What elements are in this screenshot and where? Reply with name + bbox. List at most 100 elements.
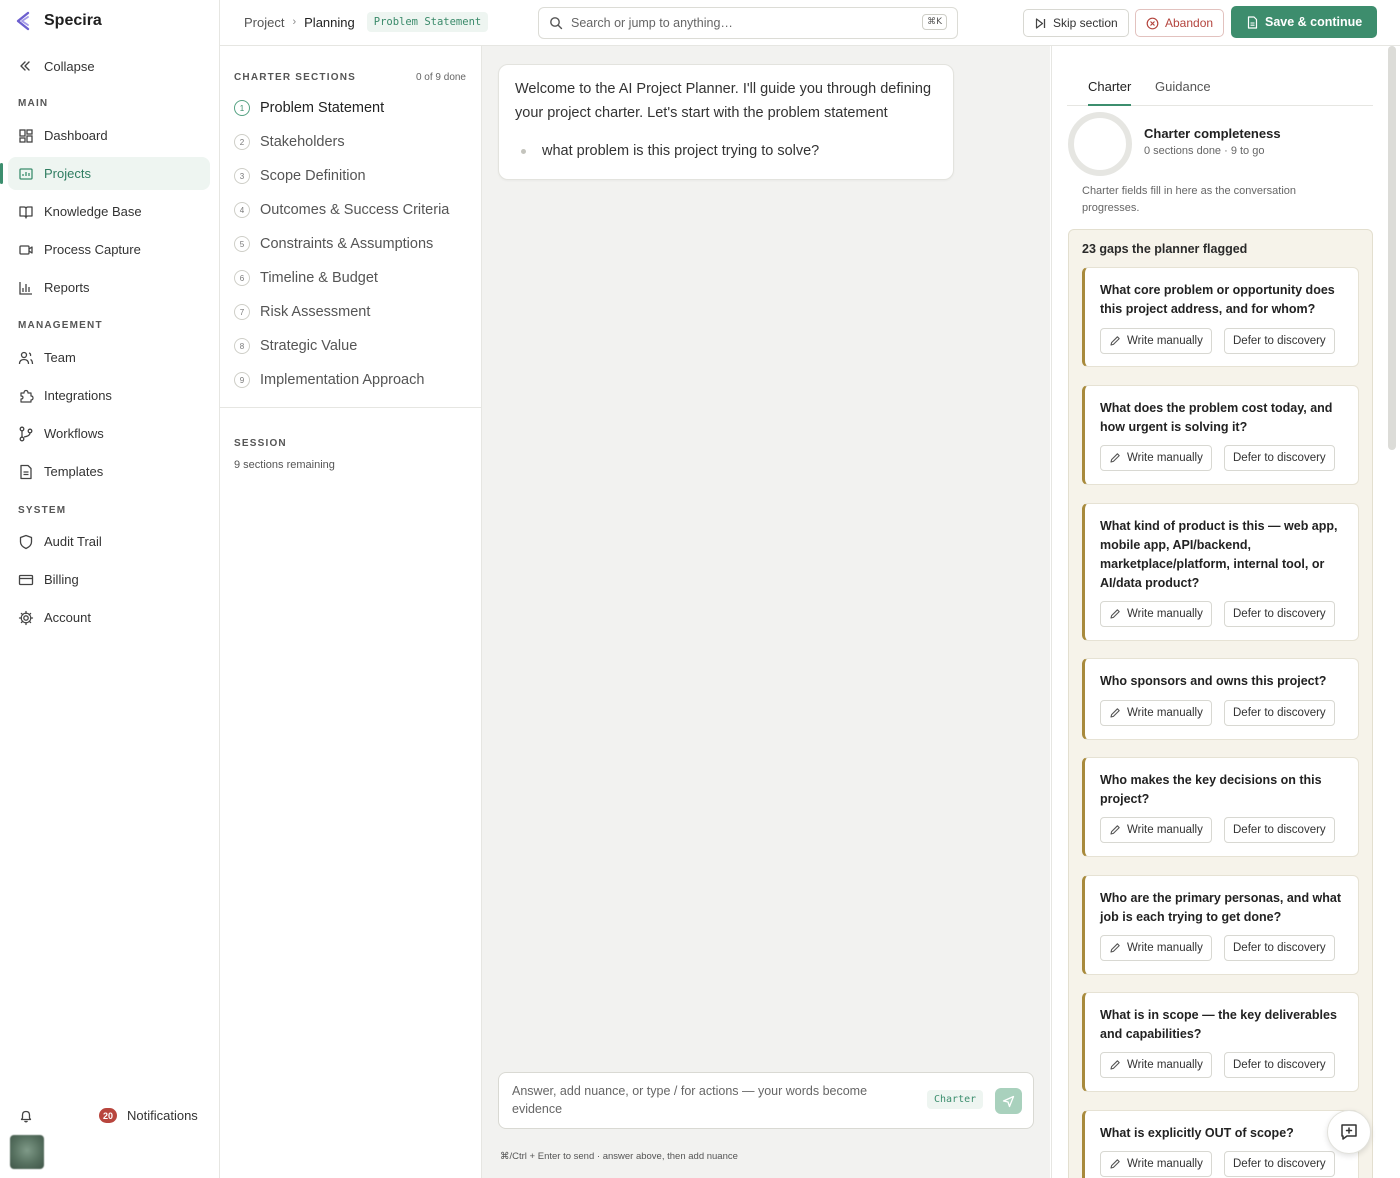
sidebar-item-audit-trail[interactable]: Audit Trail — [8, 525, 210, 558]
defer-label: Defer to discovery — [1233, 1059, 1326, 1071]
section-item-risk-assessment[interactable]: 7 Risk Assessment — [234, 302, 370, 322]
users-icon — [18, 350, 34, 366]
brand[interactable]: Specira — [14, 10, 102, 32]
gap-card: What kind of product is this — web app, … — [1082, 503, 1359, 641]
gap-card: Who sponsors and owns this project? Writ… — [1082, 658, 1359, 740]
sidebar-item-label: Projects — [44, 166, 91, 181]
save-continue-button[interactable]: Save & continue — [1231, 6, 1378, 38]
gap-question: Who sponsors and owns this project? — [1100, 674, 1327, 688]
session-heading: SESSION — [234, 438, 287, 449]
search-icon — [549, 16, 563, 30]
section-item-implementation[interactable]: 9 Implementation Approach — [234, 370, 424, 390]
defer-to-discovery-button[interactable]: Defer to discovery — [1224, 445, 1335, 471]
sidebar-item-billing[interactable]: Billing — [8, 563, 210, 596]
section-number: 3 — [234, 168, 250, 184]
gap-card: Who are the primary personas, and what j… — [1082, 875, 1359, 975]
sidebar-item-templates[interactable]: Templates — [8, 455, 210, 488]
section-number: 2 — [234, 134, 250, 150]
sidebar-item-workflows[interactable]: Workflows — [8, 417, 210, 450]
section-item-scope-definition[interactable]: 3 Scope Definition — [234, 166, 366, 186]
section-item-outcomes[interactable]: 4 Outcomes & Success Criteria — [234, 200, 449, 220]
write-manually-button[interactable]: Write manually — [1100, 935, 1212, 961]
notifications-label: Notifications — [127, 1108, 198, 1123]
section-label: Constraints & Assumptions — [260, 236, 434, 252]
gap-card: Who makes the key decisions on this proj… — [1082, 757, 1359, 857]
abandon-label: Abandon — [1165, 16, 1214, 30]
write-manually-button[interactable]: Write manually — [1100, 817, 1212, 843]
write-manually-button[interactable]: Write manually — [1100, 1151, 1212, 1177]
section-item-timeline-budget[interactable]: 6 Timeline & Budget — [234, 268, 378, 288]
sidebar-item-knowledge-base[interactable]: Knowledge Base — [8, 195, 210, 228]
breadcrumb-planning[interactable]: Planning — [304, 15, 355, 30]
collapse-button[interactable]: Collapse — [18, 56, 95, 76]
charter-progress-count: 0 of 9 done — [415, 72, 466, 83]
write-manually-button[interactable]: Write manually — [1100, 601, 1212, 627]
section-label: Scope Definition — [260, 168, 366, 184]
welcome-text: Welcome to the AI Project Planner. I'll … — [515, 81, 932, 121]
feedback-button[interactable] — [1327, 1110, 1371, 1154]
defer-to-discovery-button[interactable]: Defer to discovery — [1224, 328, 1335, 354]
composer-placeholder: Answer, add nuance, or type / for action… — [512, 1084, 868, 1116]
document-icon — [1246, 15, 1259, 29]
section-item-stakeholders[interactable]: 2 Stakeholders — [234, 132, 345, 152]
message-composer[interactable]: Answer, add nuance, or type / for action… — [498, 1072, 1034, 1129]
divider — [220, 407, 481, 408]
sidebar-item-projects[interactable]: Projects — [0, 157, 210, 190]
tab-guidance[interactable]: Guidance — [1155, 79, 1211, 106]
gaps-panel: 23 gaps the planner flagged What core pr… — [1068, 229, 1373, 1178]
gap-question: What does the problem cost today, and ho… — [1100, 401, 1333, 434]
sidebar-item-integrations[interactable]: Integrations — [8, 379, 210, 412]
charter-panel: Charter Guidance Charter completeness 0 … — [1051, 46, 1400, 1178]
panel-scrollbar[interactable] — [1388, 46, 1396, 450]
section-item-problem-statement[interactable]: 1 Problem Statement — [234, 98, 384, 118]
breadcrumb: Project › Planning Problem Statement — [244, 12, 489, 32]
section-item-constraints[interactable]: 5 Constraints & Assumptions — [234, 234, 433, 254]
write-manually-label: Write manually — [1127, 608, 1203, 620]
defer-to-discovery-button[interactable]: Defer to discovery — [1224, 700, 1335, 726]
defer-to-discovery-button[interactable]: Defer to discovery — [1224, 601, 1335, 627]
section-item-strategic-value[interactable]: 8 Strategic Value — [234, 336, 357, 356]
write-manually-label: Write manually — [1127, 824, 1203, 836]
pencil-icon — [1109, 452, 1121, 464]
write-manually-button[interactable]: Write manually — [1100, 1052, 1212, 1078]
notifications-button[interactable]: 20 Notifications — [18, 1106, 204, 1126]
defer-to-discovery-button[interactable]: Defer to discovery — [1224, 1052, 1335, 1078]
bar-chart-icon — [18, 280, 34, 296]
breadcrumb-project[interactable]: Project — [244, 15, 284, 30]
top-bar: Project › Planning Problem Statement Sea… — [220, 0, 1400, 46]
completeness-title: Charter completeness — [1144, 126, 1281, 141]
sidebar-item-account[interactable]: Account — [8, 601, 210, 634]
defer-to-discovery-button[interactable]: Defer to discovery — [1224, 935, 1335, 961]
sidebar-item-label: Workflows — [44, 426, 104, 441]
sidebar-item-process-capture[interactable]: Process Capture — [8, 233, 210, 266]
chevrons-left-icon — [18, 59, 32, 73]
sidebar-item-reports[interactable]: Reports — [8, 271, 210, 304]
send-button[interactable] — [995, 1088, 1022, 1114]
completeness-ring — [1068, 112, 1132, 176]
charter-sections-panel: CHARTER SECTIONS 0 of 9 done 1 Problem S… — [220, 46, 482, 1178]
write-manually-button[interactable]: Write manually — [1100, 445, 1212, 471]
pencil-icon — [1109, 824, 1121, 836]
gap-card: What does the problem cost today, and ho… — [1082, 385, 1359, 485]
search-input[interactable]: Search or jump to anything… ⌘K — [538, 7, 958, 39]
close-circle-icon — [1146, 17, 1159, 30]
composer-context-chip[interactable]: Charter — [927, 1090, 984, 1109]
avatar[interactable] — [10, 1135, 44, 1169]
skip-section-button[interactable]: Skip section — [1023, 9, 1129, 37]
write-manually-label: Write manually — [1127, 452, 1203, 464]
section-label: Timeline & Budget — [260, 270, 378, 286]
sidebar-item-label: Reports — [44, 280, 90, 295]
defer-to-discovery-button[interactable]: Defer to discovery — [1224, 817, 1335, 843]
nav-section-main: MAIN — [18, 98, 49, 109]
write-manually-button[interactable]: Write manually — [1100, 700, 1212, 726]
session-remaining: 9 sections remaining — [234, 459, 335, 471]
video-icon — [18, 242, 34, 258]
defer-label: Defer to discovery — [1233, 942, 1326, 954]
defer-to-discovery-button[interactable]: Defer to discovery — [1224, 1151, 1335, 1177]
abandon-button[interactable]: Abandon — [1135, 9, 1225, 37]
tab-charter[interactable]: Charter — [1088, 79, 1132, 106]
sidebar-item-dashboard[interactable]: Dashboard — [8, 119, 210, 152]
sidebar-item-label: Billing — [44, 572, 79, 587]
sidebar-item-team[interactable]: Team — [8, 341, 210, 374]
write-manually-button[interactable]: Write manually — [1100, 328, 1212, 354]
